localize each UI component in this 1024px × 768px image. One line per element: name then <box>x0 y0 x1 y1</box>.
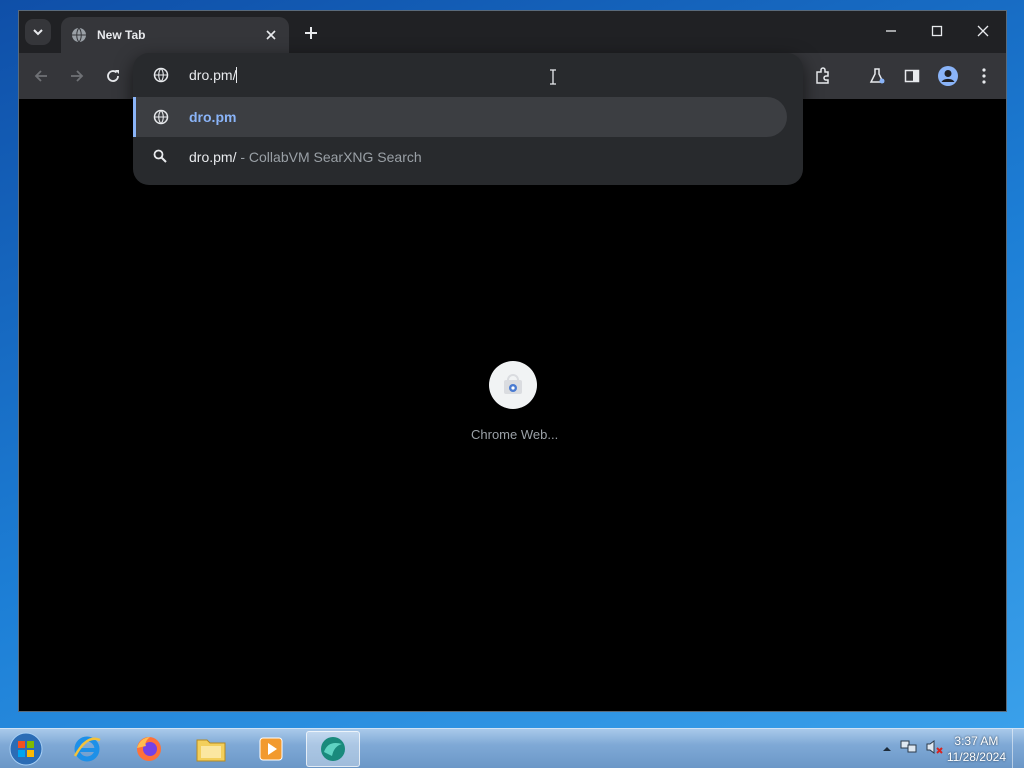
side-panel-button[interactable] <box>900 64 924 88</box>
taskbar: 3:37 AM 11/28/2024 <box>0 728 1024 768</box>
menu-button[interactable] <box>972 64 996 88</box>
tab-title: New Tab <box>97 28 146 42</box>
flask-icon <box>869 68 885 84</box>
chevron-up-icon <box>883 746 891 751</box>
network-tray-icon[interactable] <box>900 739 918 760</box>
suggestion-subtext: - CollabVM SearXNG Search <box>240 149 422 165</box>
globe-icon <box>153 67 169 83</box>
close-window-button[interactable] <box>960 17 1006 45</box>
arrow-left-icon <box>34 70 47 82</box>
omnibox-value: dro.pm/ <box>189 67 237 83</box>
tab-new-tab[interactable]: New Tab <box>61 17 289 53</box>
clock-date: 11/28/2024 <box>946 750 1006 764</box>
omnibox-input[interactable]: dro.pm/ <box>189 67 238 83</box>
reload-icon <box>107 70 119 82</box>
taskbar-firefox[interactable] <box>122 731 176 767</box>
profile-button[interactable] <box>936 64 960 88</box>
taskbar-browser[interactable] <box>306 731 360 767</box>
show-hidden-icons-button[interactable] <box>882 741 892 759</box>
chrome-web-store-icon <box>504 374 522 394</box>
volume-tray-icon[interactable] <box>926 739 944 760</box>
suggestion-url[interactable]: dro.pm <box>133 97 787 137</box>
tile-icon-container <box>489 361 537 409</box>
close-icon <box>266 30 276 40</box>
labs-button[interactable] <box>865 64 889 88</box>
puzzle-icon <box>816 67 829 84</box>
maximize-button[interactable] <box>914 17 960 45</box>
text-caret <box>236 67 238 83</box>
forward-button[interactable] <box>65 64 89 88</box>
show-desktop-button[interactable] <box>1012 729 1024 768</box>
firefox-icon <box>137 737 161 761</box>
minimize-icon <box>886 30 896 32</box>
ibeam-cursor-icon <box>550 69 556 85</box>
taskbar-file-explorer[interactable] <box>184 731 238 767</box>
mouse-cursor <box>549 69 557 90</box>
tab-strip: New Tab <box>19 11 1006 53</box>
close-icon <box>977 25 989 37</box>
windows-logo-icon <box>9 732 43 766</box>
maximize-icon <box>931 25 943 37</box>
extensions-button[interactable] <box>811 64 835 88</box>
globe-icon <box>153 109 169 125</box>
suggestion-query: dro.pm/ <box>189 149 237 165</box>
browser-app-icon <box>321 737 345 761</box>
shortcut-tile-chrome-web-store[interactable]: Chrome Web... <box>471 361 559 442</box>
avatar-icon <box>938 66 958 86</box>
suggestion-text: dro.pm <box>189 109 237 125</box>
new-tab-button[interactable] <box>299 21 323 45</box>
clock[interactable]: 3:37 AM 11/28/2024 <box>947 733 1006 765</box>
reload-button[interactable] <box>101 64 125 88</box>
arrow-right-icon <box>71 70 84 82</box>
media-player-icon <box>259 737 283 761</box>
start-button[interactable] <box>6 731 46 767</box>
clock-time: 3:37 AM <box>954 734 999 748</box>
omnibox-popup: dro.pm/ dro.pm dro.pm/ - CollabVM SearXN… <box>133 53 803 185</box>
network-icon <box>900 740 917 753</box>
system-tray <box>882 739 944 760</box>
tab-search-button[interactable] <box>25 19 51 45</box>
kebab-menu-icon <box>982 68 986 84</box>
back-button[interactable] <box>29 64 53 88</box>
side-panel-icon <box>904 69 920 83</box>
close-tab-button[interactable] <box>263 27 279 43</box>
globe-icon <box>72 27 86 43</box>
chevron-down-icon <box>33 29 43 36</box>
desktop-icon-partial[interactable] <box>2 230 18 270</box>
suggestion-search[interactable]: dro.pm/ - CollabVM SearXNG Search <box>133 137 787 177</box>
browser-window: New Tab dro.pm/ dro.pm dro.pm/ - CollabV… <box>18 10 1007 712</box>
taskbar-internet-explorer[interactable] <box>60 731 114 767</box>
internet-explorer-icon <box>73 736 101 762</box>
folder-icon <box>196 739 226 762</box>
suggestion-text: dro.pm/ - CollabVM SearXNG Search <box>189 149 422 165</box>
volume-muted-icon <box>926 740 943 754</box>
tile-label: Chrome Web... <box>471 427 559 442</box>
search-icon <box>153 149 167 163</box>
plus-icon <box>305 27 317 39</box>
taskbar-media-player[interactable] <box>244 731 298 767</box>
omnibox[interactable]: dro.pm/ <box>133 53 803 97</box>
minimize-button[interactable] <box>868 17 914 45</box>
